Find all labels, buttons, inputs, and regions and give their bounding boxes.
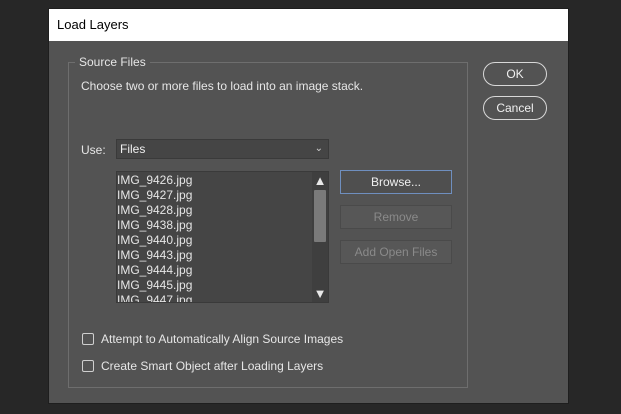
align-checkbox-label[interactable]: Attempt to Automatically Align Source Im… [101,332,343,346]
ok-button[interactable]: OK [483,62,547,86]
use-label: Use: [81,143,106,157]
use-dropdown[interactable]: Files ⌄ [116,139,329,159]
browse-button[interactable]: Browse... [340,170,452,194]
instructions-text: Choose two or more files to load into an… [81,79,364,93]
file-list-items: IMG_9426.jpg IMG_9427.jpg IMG_9428.jpg IMG_… [117,173,192,302]
triangle-up-icon[interactable]: ▲ [312,173,328,189]
file-list-item[interactable]: IMG_9445.jpg [117,278,192,293]
file-list[interactable]: IMG_9426.jpg IMG_9427.jpg IMG_9428.jpg IMG_… [116,171,329,303]
file-list-item[interactable]: IMG_9426.jpg [117,173,192,188]
file-list-item[interactable]: IMG_9427.jpg [117,188,192,203]
add-open-files-button[interactable]: Add Open Files [340,240,452,264]
source-files-legend: Source Files [75,55,150,69]
cancel-button[interactable]: Cancel [483,96,547,120]
scrollbar-thumb[interactable] [314,190,326,242]
remove-button[interactable]: Remove [340,205,452,229]
file-list-item[interactable]: IMG_9444.jpg [117,263,192,278]
align-checkbox[interactable] [82,333,94,345]
file-list-item[interactable]: IMG_9447.jpg [117,293,192,302]
triangle-down-icon[interactable]: ▼ [312,286,328,302]
use-dropdown-value: Files [120,142,146,156]
load-layers-dialog: Load Layers Source Files Choose two or m… [49,9,568,403]
file-list-item[interactable]: IMG_9428.jpg [117,203,192,218]
file-list-item[interactable]: IMG_9438.jpg [117,218,192,233]
file-list-scrollbar[interactable]: ▲ ▼ [312,172,328,302]
smart-object-checkbox[interactable] [82,360,94,372]
chevron-down-icon: ⌄ [314,143,323,154]
title-bar: Load Layers [49,9,568,41]
dialog-title: Load Layers [57,17,129,32]
smart-object-checkbox-label[interactable]: Create Smart Object after Loading Layers [101,359,323,373]
file-list-item[interactable]: IMG_9440.jpg [117,233,192,248]
file-list-item[interactable]: IMG_9443.jpg [117,248,192,263]
